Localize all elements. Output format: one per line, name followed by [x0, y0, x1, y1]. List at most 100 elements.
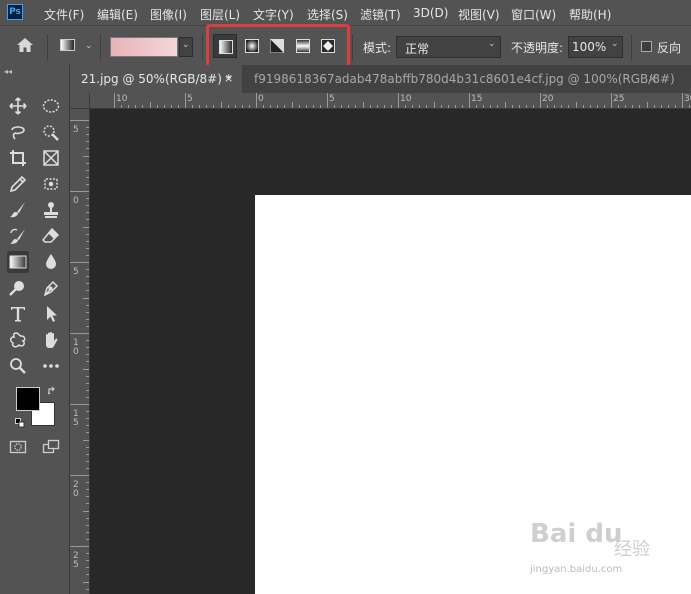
ruler-tick — [504, 102, 506, 108]
more-tools[interactable] — [40, 355, 62, 377]
ruler-tick — [86, 169, 89, 171]
menu-select[interactable]: 选择(S) — [307, 6, 348, 23]
ruler-tick — [86, 198, 89, 200]
gradient-tool[interactable] — [7, 251, 29, 273]
ruler-tick — [70, 191, 89, 192]
document-tab-active[interactable]: 21.jpg @ 50%(RGB/8#) * × — [70, 65, 242, 93]
ruler-tick — [234, 105, 236, 108]
menu-file[interactable]: 文件(F) — [44, 6, 84, 23]
ruler-tick — [277, 105, 279, 108]
blur-drop-icon — [46, 254, 56, 269]
chevron-down-icon[interactable]: ⌄ — [85, 41, 93, 51]
foreground-color-swatch[interactable] — [16, 387, 40, 411]
close-icon[interactable]: × — [224, 72, 233, 85]
ruler-tick — [270, 105, 272, 108]
ruler-tick — [177, 105, 179, 108]
blend-mode-select[interactable]: 正常 ⌄ — [396, 36, 501, 58]
menu-layer[interactable]: 图层(L) — [200, 6, 240, 23]
ruler-tick — [86, 219, 89, 221]
opacity-input[interactable]: 100% ⌄ — [568, 36, 623, 58]
gradient-picker-swatch[interactable] — [110, 37, 178, 57]
watermark-url: jingyan.baidu.com — [530, 564, 623, 575]
path-selection-tool[interactable] — [40, 303, 62, 325]
gradient-tool-preset-icon[interactable] — [60, 39, 75, 51]
menu-view[interactable]: 视图(V) — [458, 6, 500, 23]
elliptical-marquee-tool[interactable] — [40, 95, 62, 117]
ruler-label: 5 — [73, 125, 79, 135]
ruler-tick — [170, 105, 172, 108]
menu-filter[interactable]: 滤镜(T) — [360, 6, 401, 23]
ruler-tick — [86, 254, 89, 256]
brush-tool[interactable] — [7, 199, 29, 221]
history-brush-tool[interactable] — [7, 225, 29, 247]
menu-help[interactable]: 帮助(H) — [569, 6, 611, 23]
separator — [631, 34, 632, 60]
ruler-tick — [305, 105, 307, 108]
ruler-tick — [405, 105, 407, 108]
home-icon[interactable] — [16, 37, 34, 53]
quick-mask-button[interactable] — [7, 436, 29, 458]
menu-window[interactable]: 窗口(W) — [511, 6, 556, 23]
menu-3d[interactable]: 3D(D) — [413, 6, 448, 20]
reverse-checkbox[interactable] — [641, 41, 652, 52]
ruler-tick — [554, 105, 556, 108]
ruler-tick — [86, 183, 89, 185]
zoom-icon — [10, 358, 26, 374]
crop-tool[interactable] — [7, 147, 29, 169]
document-tab-bar: 21.jpg @ 50%(RGB/8#) * × f9198618367adab… — [70, 65, 691, 93]
eraser-tool[interactable] — [40, 225, 62, 247]
dodge-icon — [9, 281, 24, 296]
quick-selection-tool[interactable] — [40, 121, 62, 143]
menu-type[interactable]: 文字(Y) — [253, 6, 294, 23]
ruler-tick — [114, 93, 115, 108]
type-tool[interactable] — [7, 303, 29, 325]
ruler-tick — [319, 105, 321, 108]
custom-shape-tool[interactable] — [7, 329, 29, 351]
frame-tool[interactable] — [40, 147, 62, 169]
menu-edit[interactable]: 编辑(E) — [97, 6, 138, 23]
ruler-tick — [469, 93, 470, 108]
custom-shape-icon — [10, 332, 26, 348]
menu-image[interactable]: 图像(I) — [150, 6, 187, 23]
ruler-tick — [83, 155, 89, 157]
ruler-tick — [86, 553, 89, 555]
ruler-tick — [86, 141, 89, 143]
ruler-tick — [86, 148, 89, 150]
clone-stamp-tool[interactable] — [40, 199, 62, 221]
close-icon[interactable]: × — [648, 72, 657, 85]
ruler-tick — [603, 105, 605, 108]
ruler-tick — [70, 333, 89, 334]
eyedropper-tool[interactable] — [7, 173, 29, 195]
ruler-tick — [86, 524, 89, 526]
pen-tool[interactable] — [40, 277, 62, 299]
blend-mode-value: 正常 — [405, 42, 430, 56]
move-tool[interactable] — [7, 95, 29, 117]
ruler-tick — [83, 581, 89, 583]
ruler-tick — [426, 105, 428, 108]
collapse-panel-icon[interactable]: ◂◂ — [4, 67, 12, 76]
swap-colors-icon[interactable] — [47, 386, 57, 396]
dodge-tool[interactable] — [7, 277, 29, 299]
patch-tool[interactable] — [40, 173, 62, 195]
screen-mode-button[interactable] — [40, 436, 62, 458]
ruler-tick — [86, 276, 89, 278]
ruler-label: 5 — [187, 94, 193, 104]
opacity-value: 100% — [572, 40, 607, 54]
pen-icon — [43, 280, 59, 297]
ruler-tick — [284, 105, 286, 108]
ruler-tick — [383, 105, 385, 108]
gradient-picker-dropdown[interactable]: ⌄ — [179, 37, 193, 57]
hand-tool[interactable] — [40, 329, 62, 351]
zoom-tool[interactable] — [7, 355, 29, 377]
ruler-tick — [86, 574, 89, 576]
ruler-tick — [689, 105, 691, 108]
blur-tool[interactable] — [40, 251, 62, 273]
separator — [47, 34, 48, 60]
tab-label: 21.jpg @ 50%(RGB/8#) * — [81, 72, 232, 86]
document-tab-inactive[interactable]: f9198618367adab478abffb780d4b31c8601e4cf… — [243, 65, 691, 93]
eraser-icon — [42, 227, 60, 243]
ruler-tick — [86, 247, 89, 249]
lasso-tool[interactable] — [7, 121, 29, 143]
default-colors-icon[interactable] — [15, 418, 25, 428]
ruler-label: 1 5 — [73, 409, 79, 428]
